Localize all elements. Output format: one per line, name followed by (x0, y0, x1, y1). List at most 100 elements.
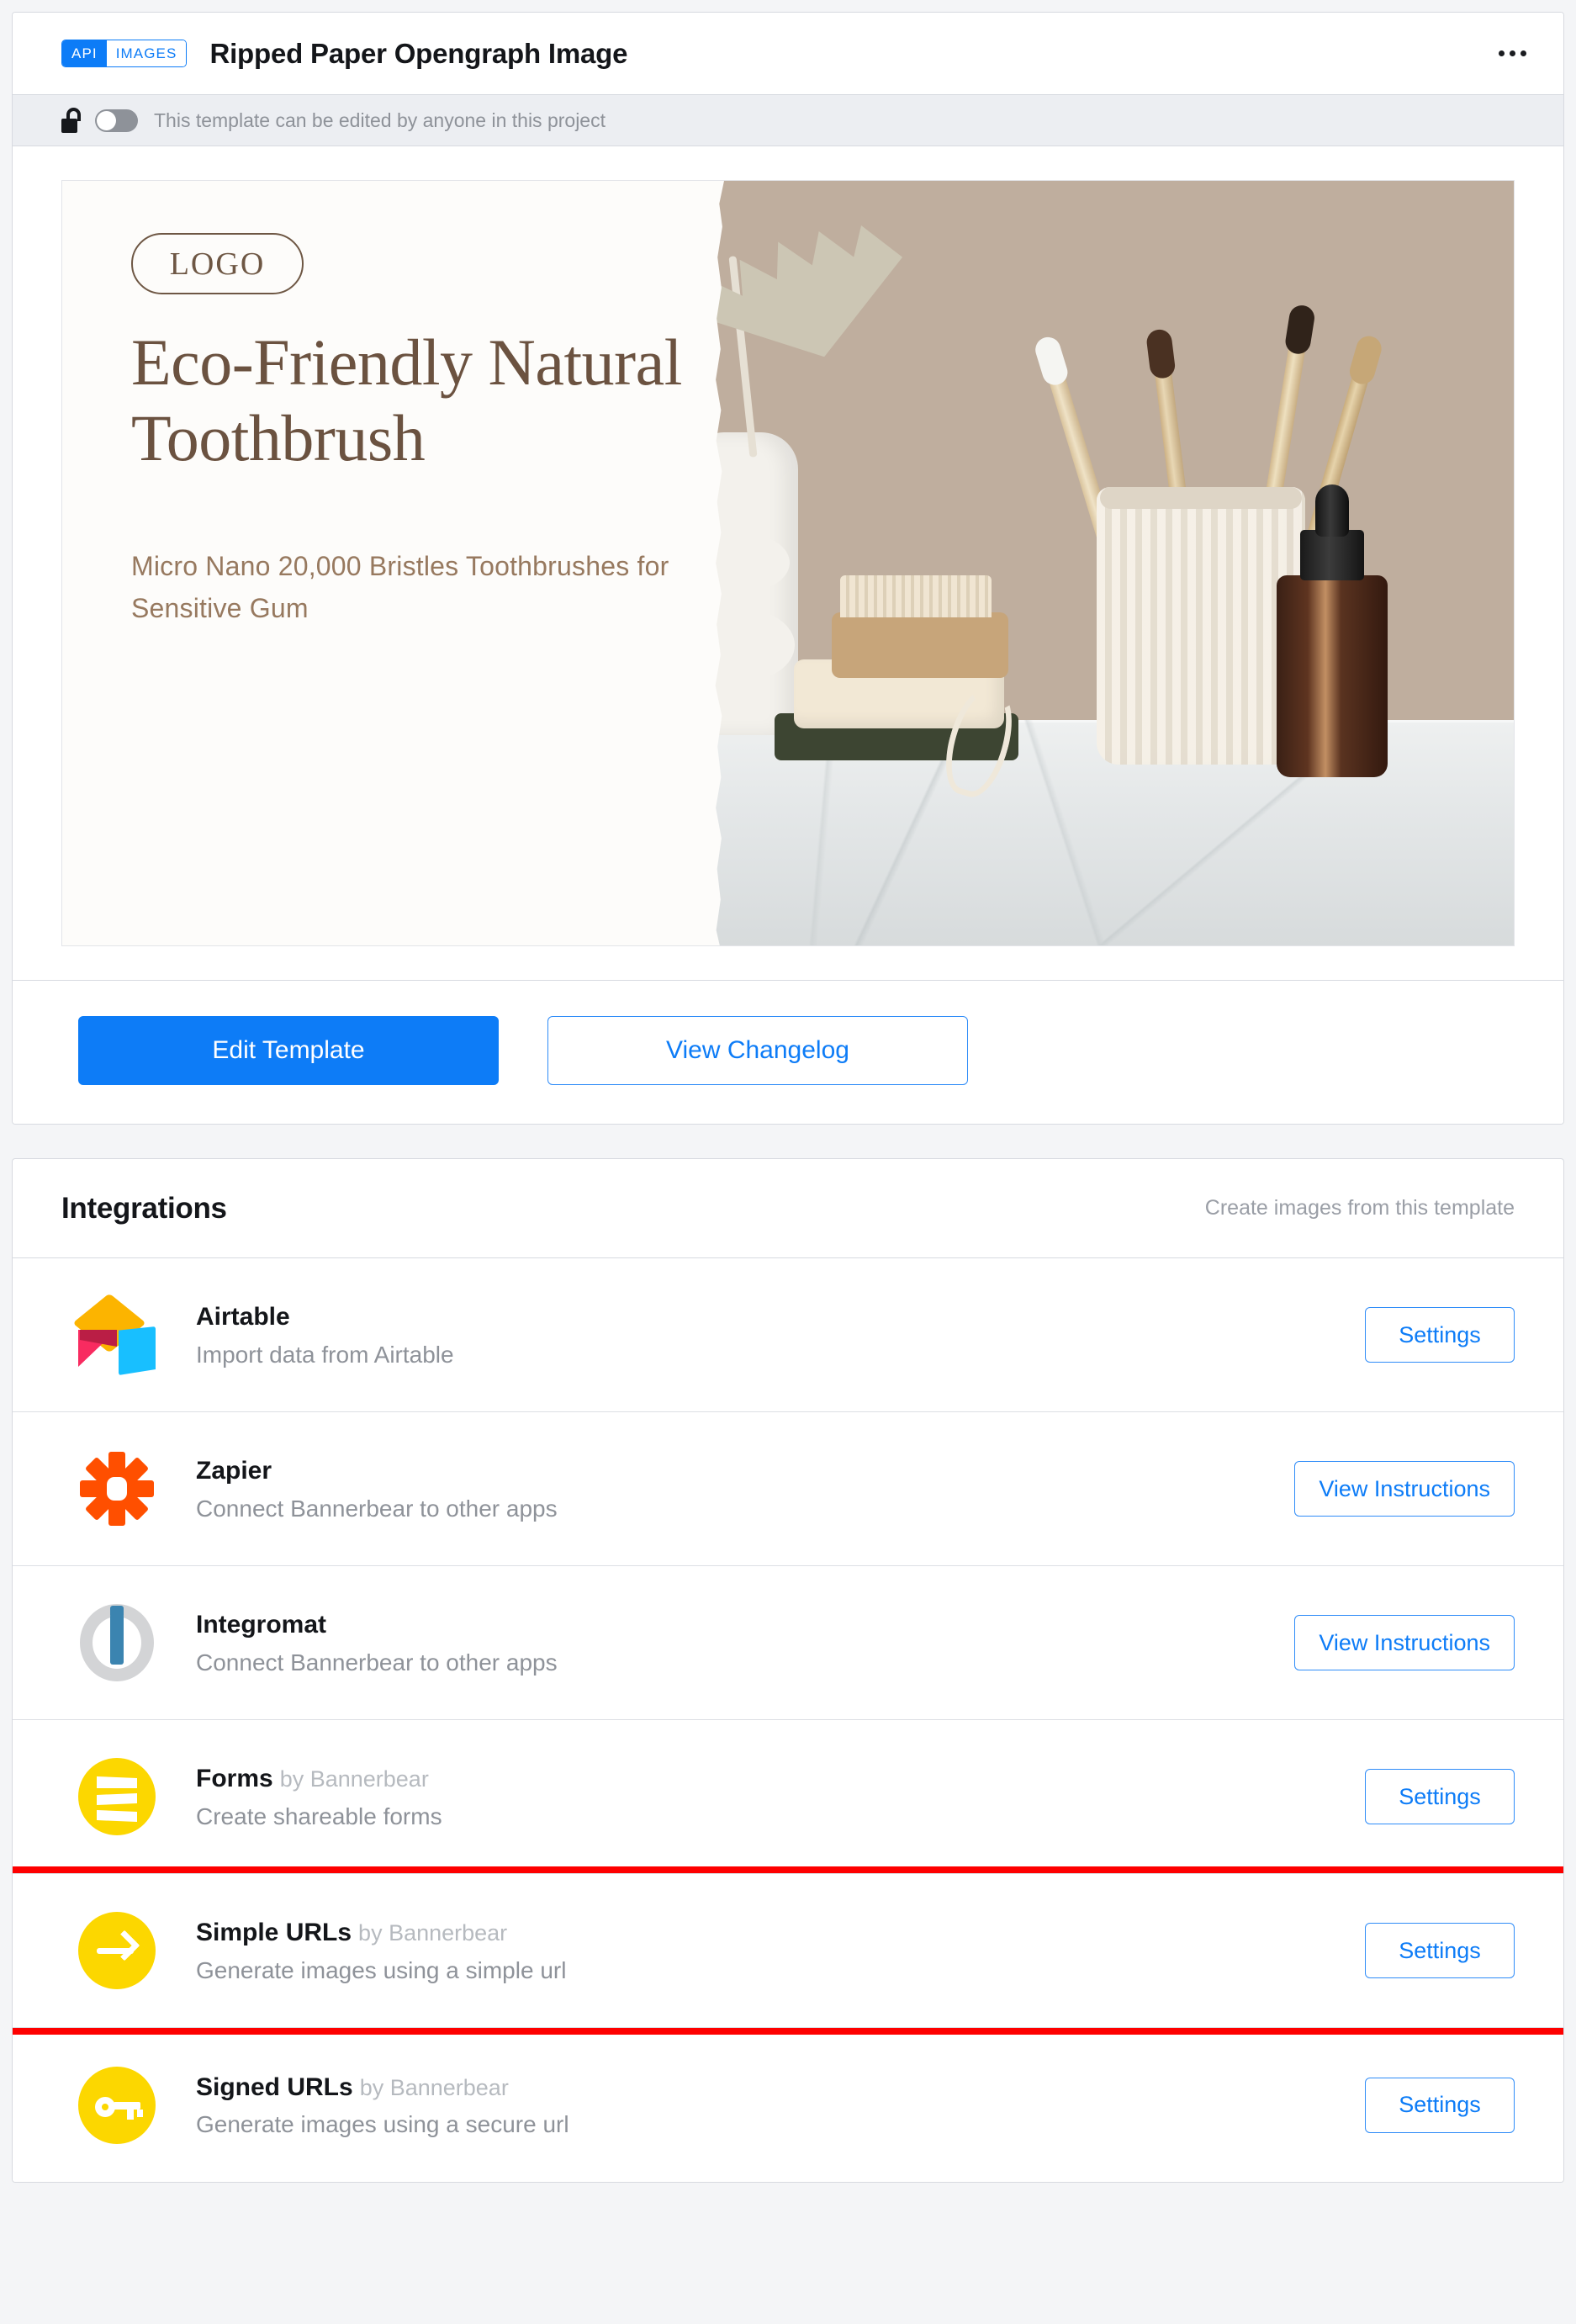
integration-name: Airtable (196, 1303, 290, 1331)
integration-text: Simple URLs by Bannerbear Generate images… (196, 1917, 1340, 1984)
view-changelog-button[interactable]: View Changelog (547, 1016, 968, 1085)
integration-description: Generate images using a secure url (196, 2111, 569, 2138)
integration-action: Settings (1365, 2077, 1515, 2133)
integration-name-text: Signed URLs (196, 2073, 353, 2101)
settings-button[interactable]: Settings (1365, 1769, 1515, 1824)
forms-logo-icon (78, 1758, 156, 1835)
photo-scene (706, 181, 1514, 945)
integration-row-simple-urls[interactable]: Simple URLs by Bannerbear Generate images… (13, 1866, 1563, 2035)
photo-ribbed-cup (1097, 487, 1305, 765)
integration-description: Connect Bannerbear to other apps (196, 1495, 558, 1522)
airtable-right-facet (119, 1326, 156, 1375)
simple-urls-arrow-icon (78, 1912, 156, 1989)
integration-name-text: Simple URLs (196, 1919, 352, 1947)
integration-text: Signed URLs by Bannerbear Generate images… (196, 2072, 1340, 2139)
integration-name: Zapier (196, 1457, 272, 1485)
dropper-cap (1300, 530, 1364, 580)
key-tooth (137, 2109, 143, 2117)
forms-bar (97, 1810, 137, 1822)
arrow-head (108, 1930, 140, 1961)
cup-rim (1100, 487, 1302, 509)
integration-description: Create shareable forms (196, 1803, 442, 1829)
preview-text-panel: LOGO Eco-Friendly Natural Toothbrush Mic… (62, 181, 706, 945)
dot (1499, 50, 1505, 56)
integration-row-integromat[interactable]: Integromat Connect Bannerbear to other a… (13, 1566, 1563, 1720)
dot (1510, 50, 1515, 56)
integration-row-forms[interactable]: Forms by Bannerbear Create shareable form… (13, 1720, 1563, 1874)
toggle-knob (97, 110, 116, 130)
integration-text: Integromat Connect Bannerbear to other a… (196, 1609, 1269, 1676)
integration-description: Generate images using a simple url (196, 1956, 567, 1983)
zapier-center (107, 1477, 127, 1501)
preview-logo-pill: LOGO (131, 233, 304, 294)
badge-api-label: API (62, 40, 107, 66)
template-lock-toggle[interactable] (95, 109, 138, 132)
integration-action: View Instructions (1294, 1461, 1515, 1517)
edit-template-button[interactable]: Edit Template (78, 1016, 499, 1085)
integration-text: Zapier Connect Bannerbear to other apps (196, 1455, 1269, 1522)
preview-headline: Eco-Friendly Natural Toothbrush (131, 326, 682, 475)
preview-photo (706, 181, 1514, 945)
key-shaft (114, 2101, 140, 2110)
forms-bar (97, 1776, 137, 1788)
integration-byline: by Bannerbear (279, 1766, 429, 1792)
integration-description: Import data from Airtable (196, 1341, 454, 1368)
integration-action: Settings (1365, 1307, 1515, 1363)
preview-subtext: Micro Nano 20,000 Bristles Toothbrushes … (131, 550, 669, 623)
overflow-menu-icon[interactable] (1490, 39, 1535, 68)
integration-byline: by Bannerbear (358, 1920, 508, 1946)
integration-text: Forms by Bannerbear Create shareable form… (196, 1763, 1340, 1830)
key-tooth (127, 2109, 134, 2120)
photo-nail-brush (832, 575, 1008, 678)
integration-row-airtable[interactable]: Airtable Import data from Airtable Setti… (13, 1258, 1563, 1412)
dropper-bulb (1315, 484, 1349, 537)
nail-brush-bristles (840, 575, 992, 617)
page-title: Ripped Paper Opengraph Image (209, 37, 628, 69)
dot (1520, 50, 1526, 56)
integration-action: Settings (1365, 1769, 1515, 1824)
integration-text: Airtable Import data from Airtable (196, 1301, 1340, 1368)
settings-button[interactable]: Settings (1365, 2077, 1515, 2133)
airtable-logo-icon (72, 1293, 156, 1375)
integromat-i-stem (110, 1614, 124, 1665)
settings-button[interactable]: Settings (1365, 1307, 1515, 1363)
permission-text: This template can be edited by anyone in… (154, 109, 606, 131)
badge-images-label: IMAGES (106, 40, 187, 66)
integration-row-signed-urls[interactable]: Signed URLs by Bannerbear Generate images… (13, 2028, 1563, 2182)
template-preview-wrapper: LOGO Eco-Friendly Natural Toothbrush Mic… (13, 146, 1563, 981)
integrations-title: Integrations (61, 1191, 227, 1225)
integration-name: Simple URLs by Bannerbear (196, 1917, 1340, 1949)
view-instructions-button[interactable]: View Instructions (1294, 1461, 1515, 1517)
forms-bars (78, 1758, 156, 1835)
photo-dropper-bottle (1277, 484, 1388, 777)
integromat-logo-icon (78, 1604, 156, 1681)
zapier-logo-icon (78, 1450, 156, 1527)
api-images-badge: API IMAGES (61, 40, 188, 67)
template-header: API IMAGES Ripped Paper Opengraph Image (13, 13, 1563, 94)
integration-name: Integromat (196, 1611, 327, 1639)
integration-name-text: Forms (196, 1765, 273, 1793)
integration-name: Forms by Bannerbear (196, 1763, 1340, 1795)
forms-bar (97, 1793, 137, 1805)
view-instructions-button[interactable]: View Instructions (1294, 1615, 1515, 1670)
unlocked-padlock-icon (61, 108, 83, 133)
integrations-card: Integrations Create images from this tem… (12, 1158, 1564, 2183)
integrations-note: Create images from this template (1204, 1196, 1515, 1220)
integrations-header: Integrations Create images from this tem… (13, 1159, 1563, 1258)
template-card: API IMAGES Ripped Paper Opengraph Image … (12, 12, 1564, 1125)
permission-bar: This template can be edited by anyone in… (13, 94, 1563, 146)
integration-action: View Instructions (1294, 1615, 1515, 1670)
template-preview[interactable]: LOGO Eco-Friendly Natural Toothbrush Mic… (61, 180, 1515, 946)
integration-row-zapier[interactable]: Zapier Connect Bannerbear to other apps … (13, 1412, 1563, 1566)
template-actions: Edit Template View Changelog (13, 981, 1563, 1124)
integration-byline: by Bannerbear (359, 2074, 509, 2100)
page-root: API IMAGES Ripped Paper Opengraph Image … (0, 0, 1576, 2324)
cup-ribs (1097, 487, 1305, 765)
padlock-body (61, 119, 77, 133)
key-ring (95, 2096, 115, 2117)
signed-urls-key-icon (78, 2066, 156, 2144)
settings-button[interactable]: Settings (1365, 1923, 1515, 1978)
integration-description: Connect Bannerbear to other apps (196, 1649, 558, 1676)
integration-action: Settings (1365, 1923, 1515, 1978)
integration-name: Signed URLs by Bannerbear (196, 2072, 1340, 2104)
